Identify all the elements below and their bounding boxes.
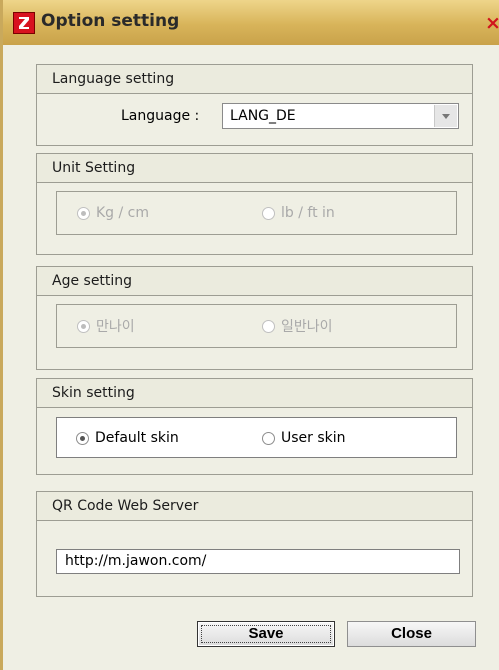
title-bar[interactable]: Option setting × <box>3 0 499 45</box>
radio-selected-icon <box>77 319 90 333</box>
age-options-box: 만나이 일반나이 <box>56 304 457 348</box>
language-select[interactable]: LANG_DE <box>222 103 459 129</box>
language-label: Language : <box>121 108 200 124</box>
radio-label: User skin <box>281 430 346 446</box>
save-button[interactable]: Save <box>197 621 335 647</box>
radio-kg-cm[interactable]: Kg / cm <box>77 203 149 223</box>
url-text: http://m.jawon.com/ <box>65 553 207 569</box>
radio-user-skin[interactable]: User skin <box>262 428 346 448</box>
section-header: Skin setting <box>37 379 472 408</box>
chevron-down-icon[interactable] <box>434 105 457 127</box>
radio-default-skin[interactable]: Default skin <box>76 428 179 448</box>
radio-unselected-icon <box>262 319 275 333</box>
radio-selected-icon <box>77 206 90 220</box>
radio-lb-ft-in[interactable]: lb / ft in <box>262 203 335 223</box>
radio-label: Kg / cm <box>96 205 150 221</box>
radio-label: 만나이 <box>96 319 135 335</box>
radio-label: lb / ft in <box>281 205 335 221</box>
section-header: Unit Setting <box>37 154 472 183</box>
close-button[interactable]: Close <box>347 621 476 647</box>
radio-label: Default skin <box>95 430 179 446</box>
section-title: Age setting <box>52 273 133 289</box>
section-header: Language setting <box>37 65 472 94</box>
qr-server-section: QR Code Web Server http://m.jawon.com/ <box>36 491 473 597</box>
unit-options-box: Kg / cm lb / ft in <box>56 191 457 235</box>
skin-section: Skin setting Default skin User skin <box>36 378 473 475</box>
close-icon[interactable]: × <box>485 14 499 33</box>
language-section: Language setting Language : LANG_DE <box>36 64 473 146</box>
qr-server-url-input[interactable]: http://m.jawon.com/ <box>56 549 460 574</box>
skin-options-box: Default skin User skin <box>56 417 457 458</box>
radio-unselected-icon <box>262 206 275 220</box>
radio-age-korean[interactable]: 일반나이 <box>262 316 333 336</box>
section-title: Skin setting <box>52 385 135 401</box>
app-logo-icon <box>13 12 35 34</box>
section-header: Age setting <box>37 267 472 296</box>
age-section: Age setting 만나이 일반나이 <box>36 266 473 370</box>
section-title: Unit Setting <box>52 160 136 176</box>
section-header: QR Code Web Server <box>37 492 472 521</box>
window-title: Option setting <box>41 11 180 31</box>
language-select-value: LANG_DE <box>230 108 296 124</box>
radio-label: 일반나이 <box>281 319 333 335</box>
radio-selected-icon <box>76 431 89 445</box>
option-setting-window: Option setting × Language setting Langua… <box>0 0 499 670</box>
section-title: QR Code Web Server <box>52 498 199 514</box>
radio-unselected-icon <box>262 431 275 445</box>
section-title: Language setting <box>52 71 175 87</box>
radio-age-international[interactable]: 만나이 <box>77 316 135 336</box>
unit-section: Unit Setting Kg / cm lb / ft in <box>36 153 473 255</box>
